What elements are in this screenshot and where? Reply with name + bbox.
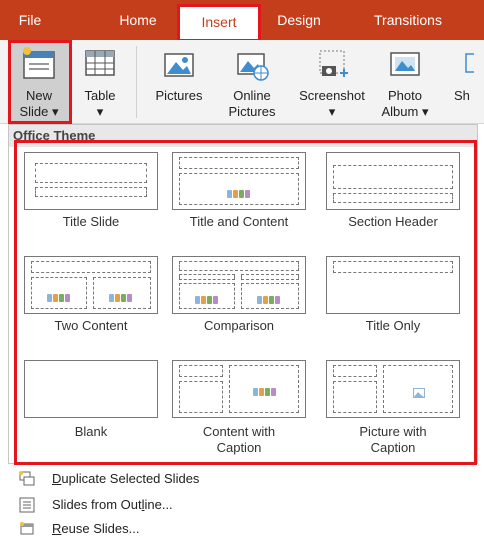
- slides-from-outline-item[interactable]: Slides from Outline...: [8, 492, 468, 518]
- layout-section-header[interactable]: Section Header: [326, 152, 470, 252]
- reuse-slides-item[interactable]: Reuse Slides...: [8, 516, 468, 542]
- tab-insert[interactable]: Insert: [180, 7, 258, 40]
- new-slide-icon: [21, 46, 57, 85]
- layout-thumbnail: [172, 152, 306, 210]
- gallery-header: Office Theme: [9, 125, 477, 147]
- photo-album-button[interactable]: Photo Album ▾: [374, 40, 436, 124]
- layout-two-content[interactable]: Two Content: [24, 256, 168, 356]
- picture-placeholder-icon: [413, 385, 425, 403]
- table-icon: [83, 46, 117, 83]
- layout-title-slide[interactable]: Title Slide: [24, 152, 168, 252]
- layout-blank[interactable]: Blank: [24, 360, 168, 460]
- layout-thumbnail: [326, 360, 460, 418]
- content-placeholder-icon: [227, 185, 251, 198]
- content-placeholder-icon: [253, 383, 277, 396]
- layout-comparison[interactable]: Comparison: [172, 256, 316, 356]
- layout-thumbnail: [24, 152, 158, 210]
- tab-file[interactable]: File: [4, 0, 56, 40]
- online-picture-icon: [234, 46, 270, 85]
- layout-title-and-content[interactable]: Title and Content: [172, 152, 316, 252]
- picture-icon: [161, 46, 197, 85]
- table-button[interactable]: Table ▾: [74, 40, 126, 124]
- layout-thumbnail: [24, 360, 158, 418]
- shapes-icon: [458, 46, 479, 85]
- layout-picture-with-caption[interactable]: Picture with Caption: [326, 360, 470, 460]
- screenshot-icon: [314, 46, 350, 85]
- ribbon-tab-bar: File Home Insert Design Transitions: [0, 0, 484, 40]
- duplicate-selected-slides-item[interactable]: Duplicate Selected Slides: [8, 466, 468, 492]
- content-placeholder-icon: [109, 289, 133, 302]
- pictures-button[interactable]: Pictures: [144, 40, 214, 124]
- tab-transitions[interactable]: Transitions: [358, 0, 458, 40]
- ribbon-divider: [136, 46, 137, 118]
- content-placeholder-icon: [257, 291, 281, 304]
- tab-design[interactable]: Design: [264, 0, 334, 40]
- photo-album-icon: [387, 46, 423, 85]
- tab-home[interactable]: Home: [104, 0, 172, 40]
- online-pictures-button[interactable]: Online Pictures: [216, 40, 288, 124]
- content-placeholder-icon: [195, 291, 219, 304]
- layout-thumbnail: [24, 256, 158, 314]
- shapes-button[interactable]: Sh: [448, 40, 484, 124]
- content-placeholder-icon: [47, 289, 71, 302]
- layout-title-only[interactable]: Title Only: [326, 256, 470, 356]
- ribbon: New Slide ▾ Table ▾ Pictures Online Pict…: [0, 40, 484, 124]
- layout-content-with-caption[interactable]: Content with Caption: [172, 360, 316, 460]
- new-slide-button[interactable]: New Slide ▾: [8, 40, 70, 124]
- layout-thumbnail: [172, 360, 306, 418]
- chevron-down-icon: ▾: [96, 104, 104, 119]
- layout-thumbnail: [326, 152, 460, 210]
- screenshot-button[interactable]: Screenshot ▾: [292, 40, 372, 124]
- layout-thumbnail: [326, 256, 460, 314]
- chevron-down-icon: ▾: [328, 104, 336, 119]
- layout-thumbnail: [172, 256, 306, 314]
